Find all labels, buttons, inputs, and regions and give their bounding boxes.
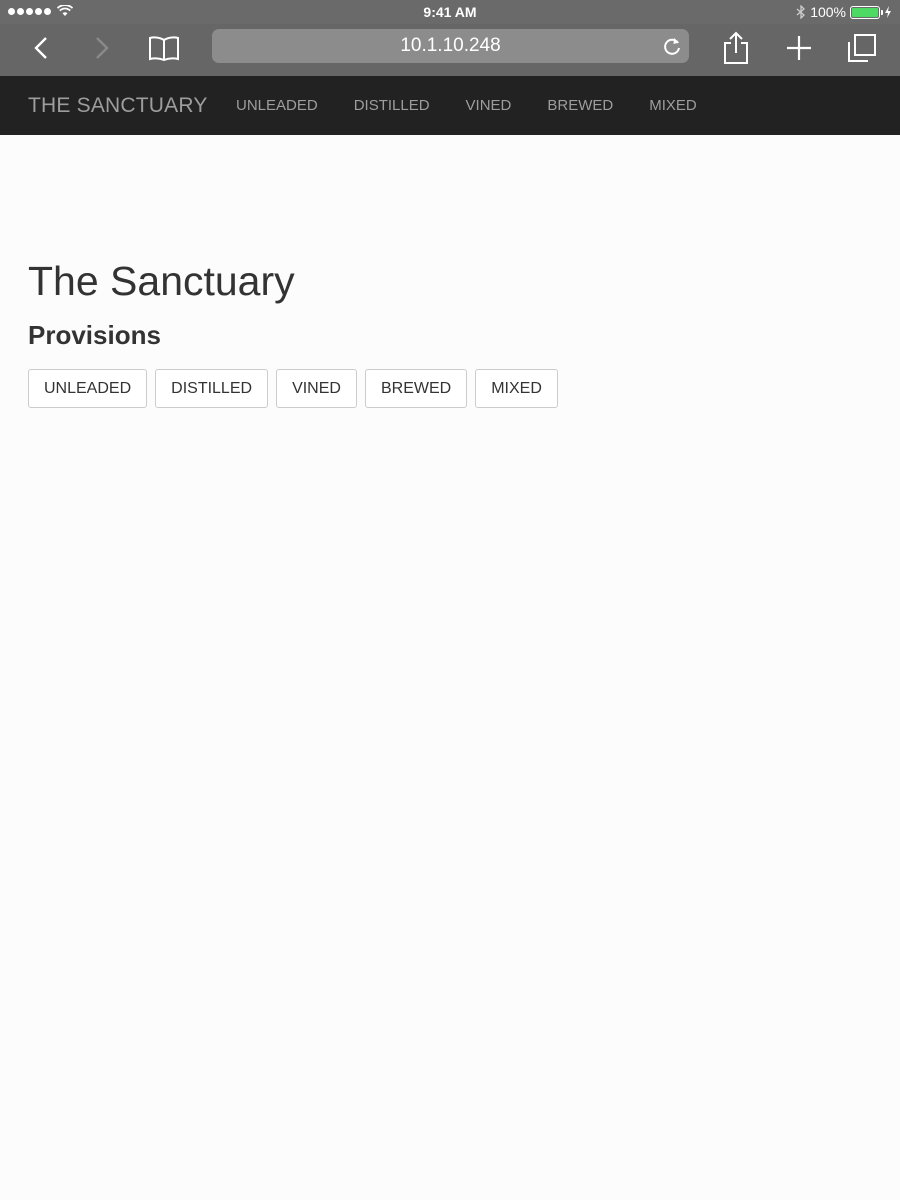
- nav-link-mixed[interactable]: MIXED: [631, 76, 715, 135]
- battery-icon: [850, 5, 883, 19]
- back-arrow-icon[interactable]: [17, 24, 65, 72]
- nav-link-brewed[interactable]: BREWED: [529, 76, 631, 135]
- provision-buttons: UNLEADED DISTILLED VINED BREWED MIXED: [28, 369, 558, 408]
- site-navbar: THE SANCTUARY UNLEADED DISTILLED VINED B…: [0, 76, 900, 135]
- nav-link-distilled[interactable]: DISTILLED: [336, 76, 448, 135]
- bluetooth-icon: [796, 5, 806, 19]
- status-time: 9:41 AM: [423, 4, 477, 20]
- nav-link-vined[interactable]: VINED: [448, 76, 530, 135]
- tabs-icon[interactable]: [838, 24, 886, 72]
- charging-icon: [885, 6, 891, 18]
- bookmarks-icon[interactable]: [140, 24, 188, 72]
- new-tab-icon[interactable]: [775, 24, 823, 72]
- forward-arrow-icon[interactable]: [78, 24, 126, 72]
- unleaded-button[interactable]: UNLEADED: [28, 369, 148, 408]
- navbar-brand[interactable]: THE SANCTUARY: [28, 76, 208, 135]
- status-right: 100%: [796, 4, 892, 20]
- brewed-button[interactable]: BREWED: [364, 369, 468, 408]
- main-content: The Sanctuary Provisions UNLEADED DISTIL…: [28, 255, 558, 408]
- vined-button[interactable]: VINED: [276, 369, 357, 408]
- url-bar[interactable]: 10.1.10.248: [212, 29, 689, 63]
- share-icon[interactable]: [712, 24, 760, 72]
- status-bar: 9:41 AM 100%: [0, 0, 900, 24]
- battery-percent: 100%: [810, 4, 846, 20]
- mixed-button[interactable]: MIXED: [475, 369, 558, 408]
- nav-links: UNLEADED DISTILLED VINED BREWED MIXED: [218, 76, 715, 135]
- reload-icon[interactable]: [661, 35, 683, 57]
- browser-toolbar: 10.1.10.248: [0, 24, 900, 76]
- nav-link-unleaded[interactable]: UNLEADED: [218, 76, 336, 135]
- distilled-button[interactable]: DISTILLED: [155, 369, 269, 408]
- section-title: Provisions: [28, 320, 161, 350]
- url-text: 10.1.10.248: [400, 35, 501, 56]
- page-title: The Sanctuary: [28, 258, 295, 304]
